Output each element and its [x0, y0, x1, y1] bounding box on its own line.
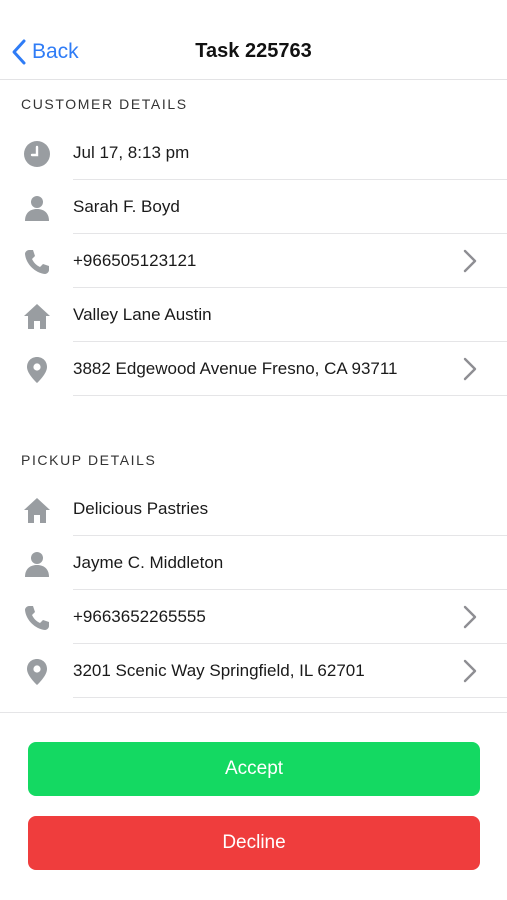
- customer-date-row: Jul 17, 8:13 pm: [0, 126, 507, 180]
- pickup-name-row: Jayme C. Middleton: [0, 536, 507, 590]
- decline-button[interactable]: Decline: [28, 816, 480, 870]
- customer-date-label: Jul 17, 8:13 pm: [73, 143, 190, 162]
- chevron-right-icon: [463, 357, 477, 381]
- pickup-phone-row[interactable]: +9663652265555: [0, 590, 507, 644]
- customer-name-label: Sarah F. Boyd: [73, 197, 180, 216]
- section-header-customer: CUSTOMER DETAILS: [21, 96, 188, 112]
- page-title: Task 225763: [195, 40, 312, 62]
- customer-area-label: Valley Lane Austin: [73, 305, 212, 324]
- section-header-pickup: PICKUP DETAILS: [21, 452, 157, 468]
- navigation-bar: Back Task 225763: [0, 0, 507, 80]
- location-pin-icon: [22, 356, 52, 384]
- home-icon: [22, 302, 52, 330]
- clock-icon: [22, 140, 52, 168]
- home-icon: [22, 496, 52, 524]
- separator: [73, 395, 507, 396]
- chevron-right-icon: [463, 249, 477, 273]
- customer-address-label: 3882 Edgewood Avenue Fresno, CA 93711: [73, 359, 398, 378]
- actions-divider: [0, 712, 507, 713]
- customer-area-row: Valley Lane Austin: [0, 288, 507, 342]
- accept-button[interactable]: Accept: [28, 742, 480, 796]
- customer-address-row[interactable]: 3882 Edgewood Avenue Fresno, CA 93711: [0, 342, 507, 396]
- chevron-right-icon: [463, 605, 477, 629]
- location-pin-icon: [22, 658, 52, 686]
- customer-phone-label: +966505123121: [73, 251, 197, 270]
- pickup-name-label: Jayme C. Middleton: [73, 553, 224, 572]
- customer-phone-row[interactable]: +966505123121: [0, 234, 507, 288]
- pickup-store-label: Delicious Pastries: [73, 499, 209, 518]
- phone-icon: [22, 248, 52, 276]
- chevron-right-icon: [463, 659, 477, 683]
- pickup-address-row[interactable]: 3201 Scenic Way Springfield, IL 62701: [0, 644, 507, 698]
- pickup-phone-label: +9663652265555: [73, 607, 206, 626]
- person-icon: [22, 550, 52, 578]
- person-icon: [22, 194, 52, 222]
- separator: [73, 697, 507, 698]
- customer-name-row: Sarah F. Boyd: [0, 180, 507, 234]
- pickup-store-row: Delicious Pastries: [0, 482, 507, 536]
- phone-icon: [22, 604, 52, 632]
- pickup-address-label: 3201 Scenic Way Springfield, IL 62701: [73, 661, 365, 680]
